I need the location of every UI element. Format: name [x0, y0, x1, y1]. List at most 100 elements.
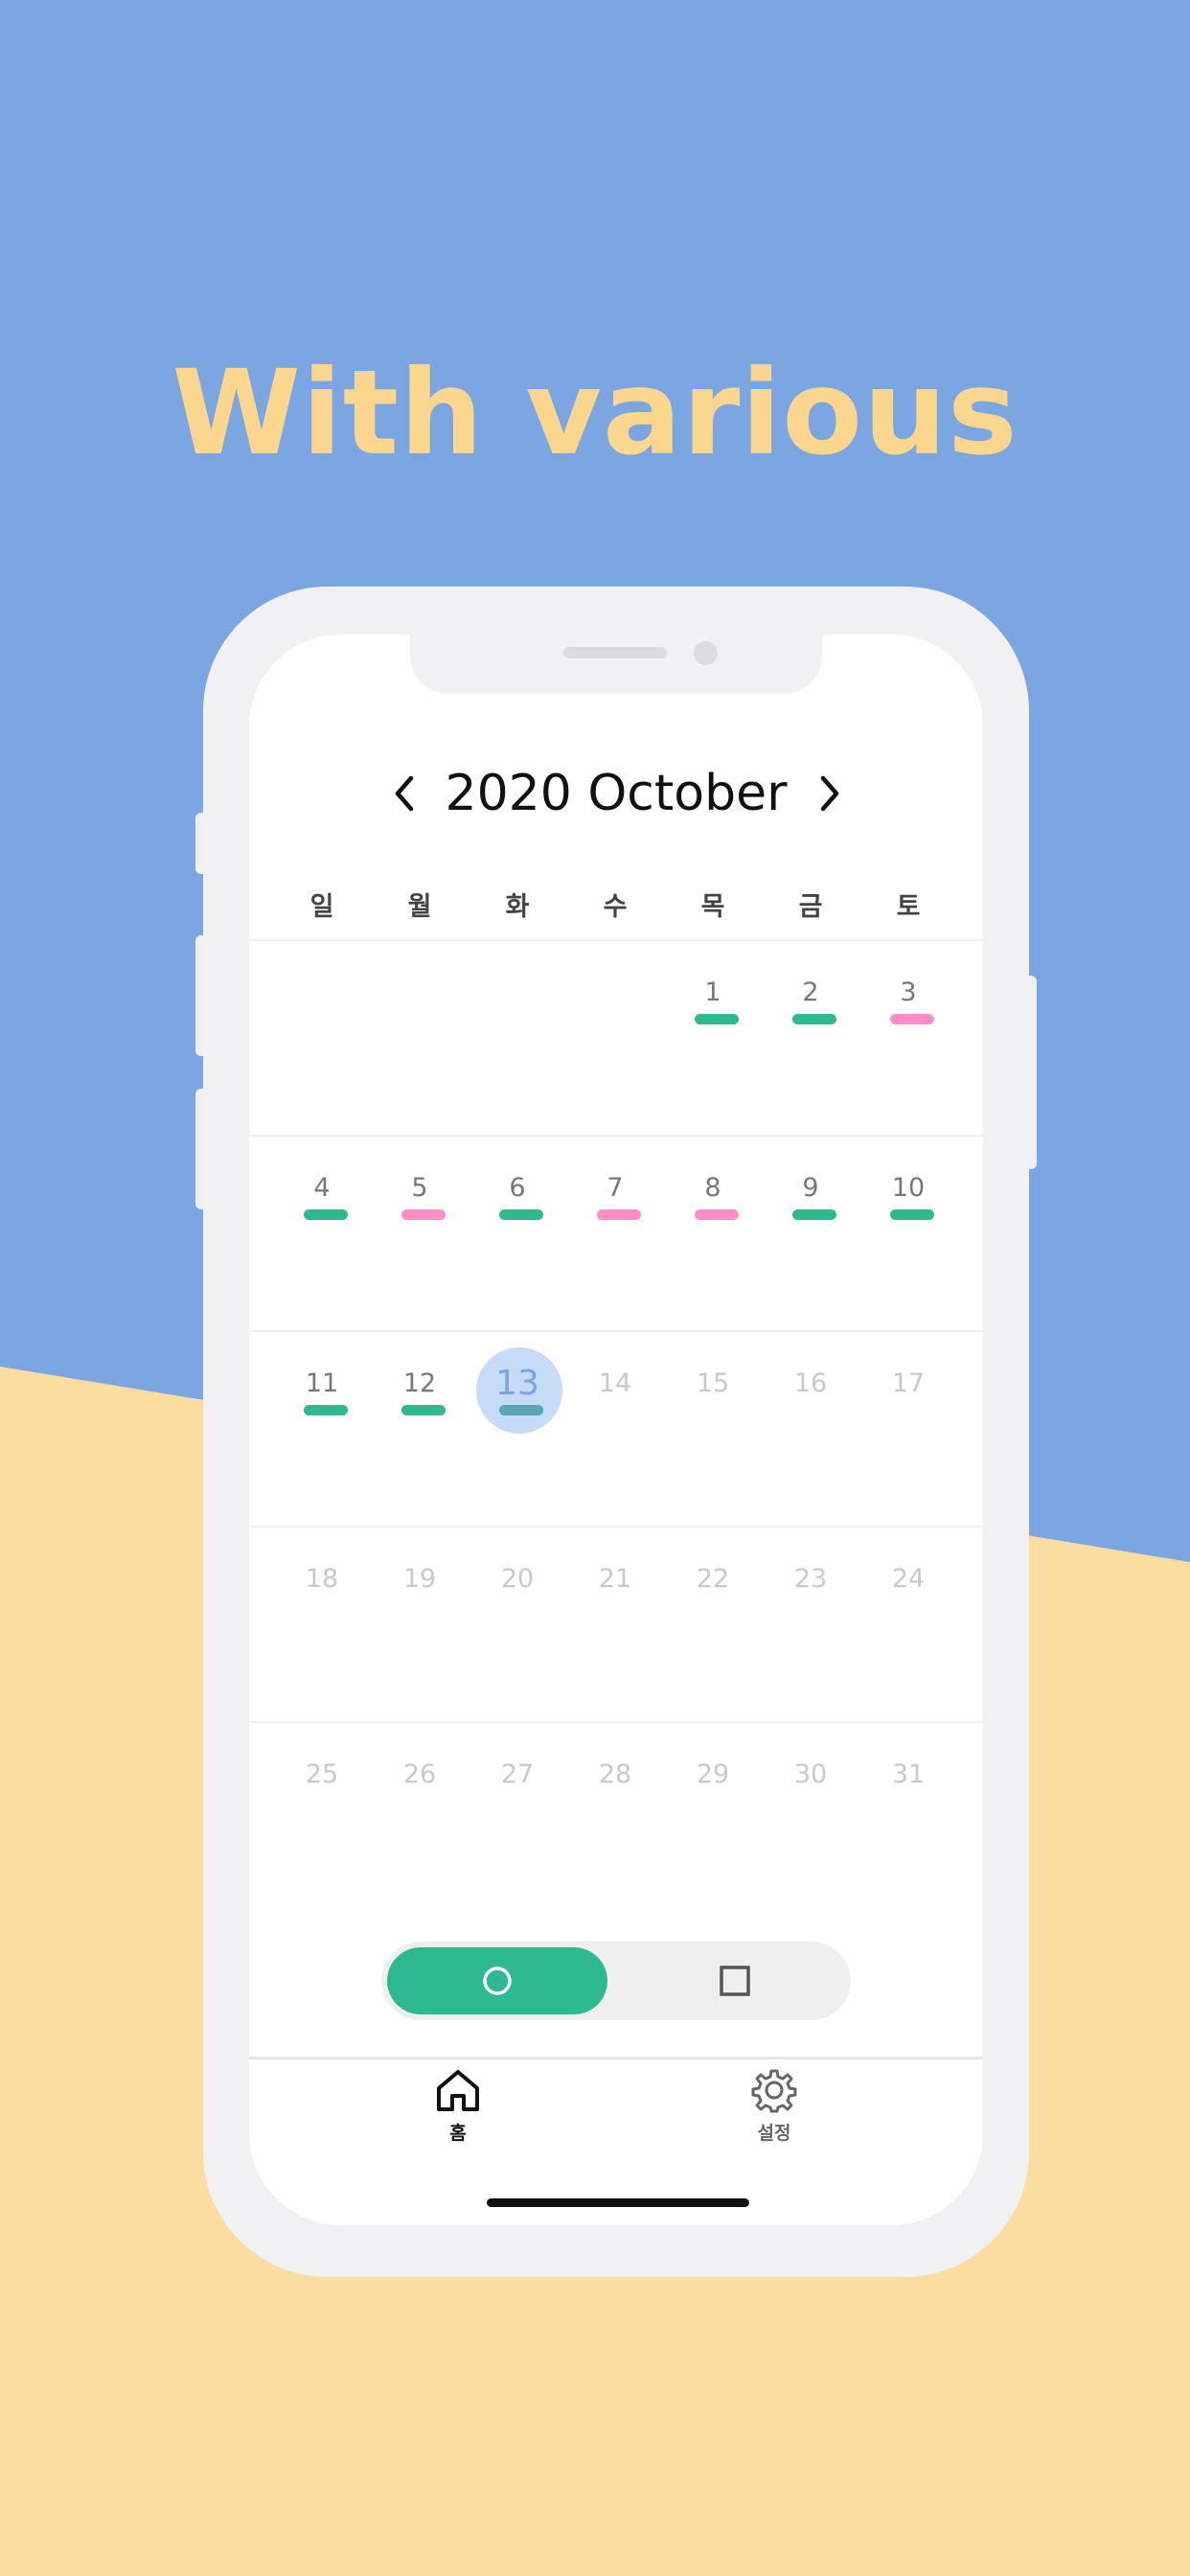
- calendar-day[interactable]: 20: [469, 1528, 566, 1723]
- calendar-day[interactable]: 23: [762, 1528, 859, 1723]
- day-mark-green: [792, 1209, 836, 1220]
- day-number: 30: [793, 1760, 828, 1789]
- day-number: 13: [495, 1364, 539, 1403]
- calendar-day[interactable]: 11: [273, 1332, 371, 1528]
- day-number: 21: [598, 1564, 632, 1594]
- day-mark-green: [792, 1014, 836, 1024]
- day-mark-green: [499, 1209, 543, 1220]
- calendar-day[interactable]: 10: [859, 1137, 957, 1332]
- tab-home[interactable]: 홈: [400, 2067, 515, 2145]
- calendar-day[interactable]: 15: [664, 1332, 762, 1528]
- calendar-day[interactable]: 24: [859, 1528, 957, 1723]
- calendar-day[interactable]: 9: [762, 1137, 859, 1332]
- day-mark-green: [890, 1209, 934, 1220]
- notch: [410, 634, 822, 694]
- weekday-label: 수: [603, 892, 628, 922]
- tab-settings-label: 설정: [757, 2123, 791, 2144]
- next-month-button[interactable]: [811, 772, 849, 815]
- calendar-day[interactable]: 4: [273, 1137, 371, 1332]
- month-header: 2020 October: [249, 759, 983, 826]
- weekday-label: 월: [407, 892, 432, 922]
- calendar-day[interactable]: 26: [371, 1723, 469, 1919]
- day-number: 9: [802, 1173, 819, 1203]
- day-mark-pink: [401, 1209, 446, 1220]
- calendar-day-empty: [273, 941, 371, 1137]
- day-number: 2: [802, 978, 819, 1007]
- circle-icon: [483, 1966, 512, 1995]
- day-number: 6: [509, 1173, 526, 1203]
- calendar-day[interactable]: 19: [371, 1528, 469, 1723]
- weekday-label: 목: [700, 892, 725, 922]
- calendar-day[interactable]: 8: [664, 1137, 762, 1332]
- calendar-day[interactable]: 25: [273, 1723, 371, 1919]
- calendar-day[interactable]: 22: [664, 1528, 762, 1723]
- calendar-day[interactable]: 1: [664, 941, 762, 1137]
- tab-home-label: 홈: [449, 2123, 467, 2144]
- speaker: [563, 647, 667, 658]
- calendar-day-empty: [469, 941, 566, 1137]
- day-number: 26: [402, 1760, 437, 1789]
- day-number: 12: [402, 1368, 437, 1398]
- headline: With various: [172, 345, 1018, 481]
- toggle-square-option[interactable]: [625, 1947, 845, 2014]
- day-number: 28: [598, 1760, 632, 1789]
- weekday-header: 일 월 화 수 목 금 토: [249, 886, 983, 928]
- day-number: 8: [704, 1173, 721, 1203]
- phone-frame: 2020 October 일 월 화 수 목 금 토 1 2 3 4 5 6 7 8 9 10 11…: [203, 586, 1029, 2277]
- day-number: 3: [900, 978, 917, 1007]
- calendar-week-row: 4 5 6 7 8 9 10: [249, 1135, 983, 1332]
- weekday-label: 토: [896, 892, 921, 922]
- day-number: 4: [313, 1173, 331, 1203]
- day-number: 15: [696, 1368, 730, 1398]
- calendar-day-empty: [566, 941, 664, 1137]
- calendar-day[interactable]: 17: [859, 1332, 957, 1528]
- month-title: 2020 October: [445, 765, 788, 822]
- day-number: 5: [411, 1173, 428, 1203]
- day-number: 31: [891, 1760, 926, 1789]
- calendar-day[interactable]: 21: [566, 1528, 664, 1723]
- calendar-day[interactable]: 3: [859, 941, 957, 1137]
- calendar-day[interactable]: 5: [371, 1137, 469, 1332]
- day-mark-green: [499, 1405, 543, 1415]
- day-number: 1: [704, 978, 721, 1007]
- weekday-label: 금: [798, 892, 823, 922]
- weekday-label: 일: [309, 892, 334, 922]
- calendar-day[interactable]: 31: [859, 1723, 957, 1919]
- day-number: 16: [793, 1368, 828, 1398]
- day-number: 11: [305, 1368, 339, 1398]
- day-number: 29: [696, 1760, 730, 1789]
- day-number: 17: [891, 1368, 926, 1398]
- calendar-day[interactable]: 14: [566, 1332, 664, 1528]
- calendar-day[interactable]: 7: [566, 1137, 664, 1332]
- day-number: 24: [891, 1564, 926, 1594]
- calendar-day[interactable]: 28: [566, 1723, 664, 1919]
- day-number: 14: [598, 1368, 632, 1398]
- day-mark-green: [304, 1209, 348, 1220]
- calendar-week-row: 18 19 20 21 22 23 24: [249, 1526, 983, 1723]
- calendar-day[interactable]: 12: [371, 1332, 469, 1528]
- tab-bar: 홈 설정: [249, 2057, 983, 2174]
- calendar-day[interactable]: 6: [469, 1137, 566, 1332]
- day-number: 19: [402, 1564, 437, 1594]
- calendar-day[interactable]: 18: [273, 1528, 371, 1723]
- day-number: 27: [500, 1760, 535, 1789]
- calendar-day[interactable]: 16: [762, 1332, 859, 1528]
- calendar-week-row: 1 2 3: [249, 939, 983, 1137]
- day-number: 23: [793, 1564, 828, 1594]
- weekday-label: 화: [505, 892, 530, 922]
- calendar-day[interactable]: 2: [762, 941, 859, 1137]
- day-mark-green: [401, 1405, 446, 1415]
- square-icon: [720, 1966, 750, 1996]
- calendar-week-row: 11 12 13 14 15 16 17: [249, 1330, 983, 1528]
- toggle-circle-option[interactable]: [387, 1947, 607, 2014]
- day-number: 18: [305, 1564, 339, 1594]
- calendar-day[interactable]: 30: [762, 1723, 859, 1919]
- tab-settings[interactable]: 설정: [717, 2067, 832, 2145]
- day-mark-pink: [597, 1209, 641, 1220]
- day-mark-pink: [890, 1014, 934, 1024]
- day-mark-pink: [695, 1209, 739, 1220]
- calendar-day[interactable]: 27: [469, 1723, 566, 1919]
- calendar-day[interactable]: 29: [664, 1723, 762, 1919]
- camera: [694, 641, 718, 665]
- calendar-day[interactable]: 13: [469, 1332, 566, 1528]
